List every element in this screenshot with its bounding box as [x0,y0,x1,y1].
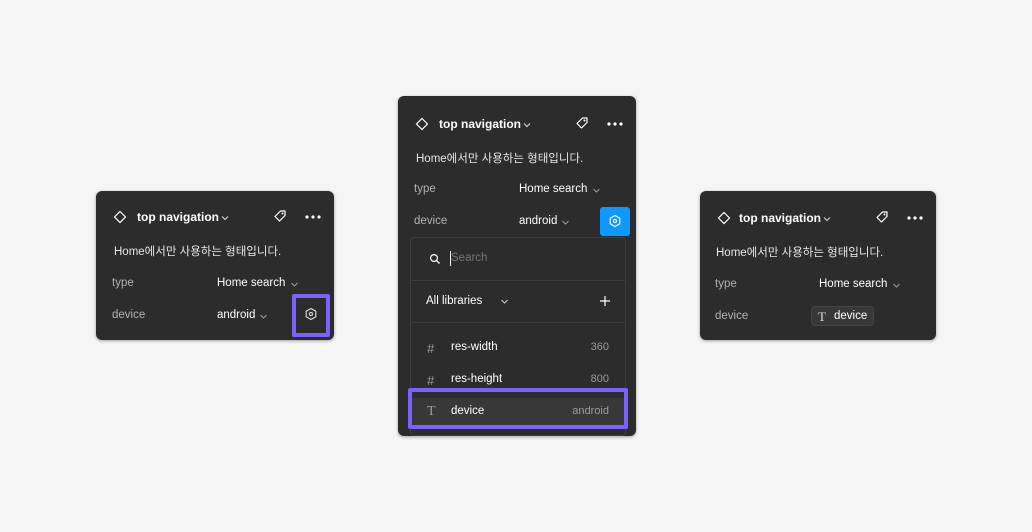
search-input[interactable] [451,249,611,267]
component-description: Home에서만 사용하는 형태입니다. [716,247,884,259]
type-label: type [715,278,737,290]
component-title[interactable]: top navigation [739,211,821,225]
divider [411,280,625,281]
tag-icon[interactable] [272,208,288,224]
variable-name: res-height [451,373,503,385]
component-title[interactable]: top navigation [439,117,521,131]
chevron-down-icon[interactable] [822,214,832,224]
number-icon: # [427,341,435,356]
device-value[interactable]: android [217,309,255,321]
more-options-icon[interactable] [304,214,322,220]
variable-value: 800 [590,373,609,385]
text-type-icon: T [818,309,826,324]
chevron-down-icon[interactable] [259,312,268,321]
plus-icon[interactable] [599,295,611,307]
tag-icon[interactable] [574,115,590,131]
apply-variable-icon[interactable] [304,307,318,321]
highlight-box [408,388,628,429]
component-instance-icon [717,211,731,225]
component-description: Home에서만 사용하는 형태입니다. [114,246,282,258]
variable-item-res-width[interactable]: # res-width 360 [411,334,625,362]
device-label: device [112,309,146,321]
chevron-down-icon[interactable] [220,213,230,223]
component-description: Home에서만 사용하는 형태입니다. [416,153,584,165]
properties-panel-before: top navigation Home에서만 사용하는 형태입니다. type … [96,191,334,340]
apply-variable-button-active[interactable] [600,207,630,236]
type-value[interactable]: Home search [519,183,587,195]
device-value[interactable]: android [519,215,557,227]
more-options-icon[interactable] [606,121,624,127]
chevron-down-icon[interactable] [592,186,601,195]
bound-variable-name: device [834,310,868,322]
chevron-down-icon[interactable] [290,280,299,289]
search-icon [429,253,440,264]
chevron-down-icon[interactable] [500,297,509,306]
device-label: device [715,310,749,322]
type-value[interactable]: Home search [819,278,887,290]
properties-panel-picker-open: top navigation Home에서만 사용하는 형태입니다. type … [398,96,636,436]
component-instance-icon [415,117,429,131]
component-instance-icon [113,210,127,224]
chevron-down-icon[interactable] [522,120,532,130]
device-label: device [414,215,448,227]
variable-name: res-width [451,341,498,353]
tag-icon[interactable] [874,209,890,225]
type-value[interactable]: Home search [217,277,285,289]
bound-variable-chip[interactable]: T device [811,306,874,326]
number-icon: # [427,373,435,388]
apply-variable-icon [609,214,621,228]
variable-value: 360 [590,341,609,353]
library-filter[interactable]: All libraries [426,295,482,307]
properties-panel-after: top navigation Home에서만 사용하는 형태입니다. type … [700,191,936,340]
component-title[interactable]: top navigation [137,210,219,224]
chevron-down-icon[interactable] [892,281,901,290]
chevron-down-icon[interactable] [561,218,570,227]
type-label: type [414,183,436,195]
type-label: type [112,277,134,289]
more-options-icon[interactable] [906,215,924,221]
divider [411,322,625,323]
